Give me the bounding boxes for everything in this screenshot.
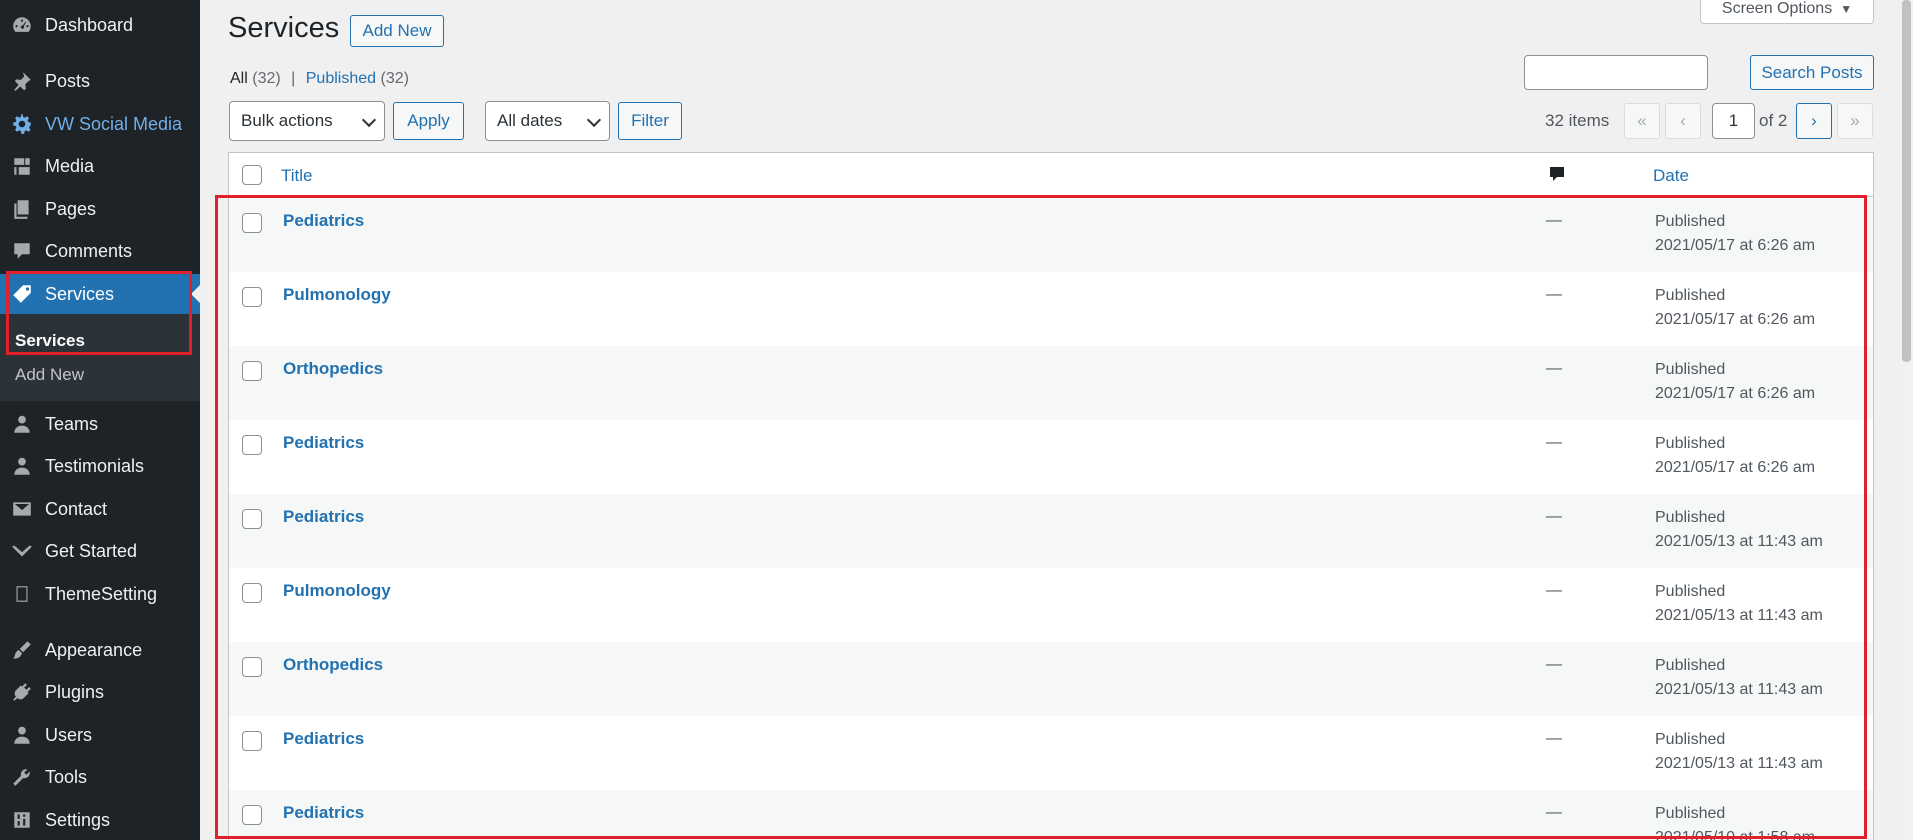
screen-options-label: Screen Options	[1721, 0, 1833, 17]
items-count: 32 items	[1545, 111, 1610, 130]
brush-icon	[10, 638, 34, 662]
sidebar-item-label: Pages	[45, 198, 97, 219]
screen-options-button[interactable]: Screen Options ▼	[1700, 0, 1874, 24]
sidebar-item-label: Appearance	[45, 639, 143, 660]
sidebar-item-dashboard[interactable]: Dashboard	[0, 5, 200, 45]
filter-separator: |	[291, 70, 296, 87]
sidebar-item-plugins[interactable]: Plugins	[0, 672, 200, 712]
add-new-button[interactable]: Add New	[350, 15, 444, 47]
bulk-actions-select[interactable]: Bulk actions	[229, 101, 385, 141]
sidebar-item-media[interactable]: Media	[0, 146, 200, 186]
sidebar-item-label: Comments	[45, 240, 133, 261]
table-highlight-box	[215, 195, 1867, 839]
sidebar-item-comments[interactable]: Comments	[0, 231, 200, 271]
next-page-button[interactable]: ›	[1796, 103, 1832, 139]
last-page-button: »	[1837, 103, 1873, 139]
wrench-icon	[10, 765, 34, 789]
bulk-actions-value: Bulk actions	[241, 111, 333, 130]
gear-icon	[10, 112, 34, 136]
total-pages-label: of 2	[1759, 111, 1788, 130]
sidebar-item-get-started[interactable]: Get Started	[0, 531, 200, 571]
first-page-button: «	[1624, 103, 1660, 139]
table-header: Title Date	[229, 153, 1873, 197]
search-posts-button[interactable]: Search Posts	[1750, 55, 1874, 90]
sidebar-item-settings[interactable]: Settings	[0, 800, 200, 840]
page-scrollbar[interactable]	[1900, 0, 1913, 840]
chevron-down-icon	[361, 112, 377, 128]
filter-button[interactable]: Filter	[618, 102, 682, 140]
sidebar-item-users[interactable]: Users	[0, 715, 200, 755]
pages-icon	[10, 197, 34, 221]
dashboard-icon	[10, 13, 34, 37]
chevron-logo-icon	[10, 539, 34, 563]
current-page-input[interactable]: 1	[1712, 103, 1755, 139]
date-filter-select[interactable]: All dates	[485, 101, 610, 141]
filter-all-count: (32)	[252, 70, 281, 87]
sidebar-item-label: Users	[45, 724, 93, 745]
sidebar-item-label: Get Started	[45, 540, 138, 561]
search-input[interactable]	[1524, 55, 1708, 90]
pin-icon	[10, 69, 34, 93]
user-icon	[10, 454, 34, 478]
filter-published-link[interactable]: Published	[306, 70, 376, 87]
filter-published-count: (32)	[380, 70, 409, 87]
comment-bubble-icon	[1547, 164, 1567, 184]
sidebar-item-themesetting[interactable]: ThemeSetting	[0, 574, 200, 614]
sidebar-item-posts[interactable]: Posts	[0, 61, 200, 101]
sidebar-item-testimonials[interactable]: Testimonials	[0, 446, 200, 486]
sidebar-item-label: Plugins	[45, 681, 105, 702]
sidebar-item-tools[interactable]: Tools	[0, 757, 200, 797]
sidebar-item-label: Posts	[45, 70, 91, 91]
sidebar-item-teams[interactable]: Teams	[0, 404, 200, 444]
plug-icon	[10, 680, 34, 704]
sidebar-item-label: Teams	[45, 413, 99, 434]
apply-button[interactable]: Apply	[393, 102, 464, 140]
scrollbar-thumb[interactable]	[1902, 0, 1911, 362]
sidebar-item-appearance[interactable]: Appearance	[0, 630, 200, 670]
mail-icon	[10, 497, 34, 521]
sidebar-item-contact[interactable]: Contact	[0, 489, 200, 529]
comment-icon	[10, 239, 34, 263]
media-icon	[10, 154, 34, 178]
sidebar-item-label: Tools	[45, 766, 88, 787]
sidebar-item-label: VW Social Media	[45, 113, 183, 134]
sidebar-item-label: Contact	[45, 498, 108, 519]
square-icon	[10, 582, 34, 606]
sidebar-item-vw-social-media[interactable]: VW Social Media	[0, 104, 200, 144]
page-title: Services	[228, 12, 340, 44]
active-indicator-arrow	[191, 285, 200, 303]
chevron-down-icon	[586, 112, 602, 128]
sidebar-item-pages[interactable]: Pages	[0, 189, 200, 229]
submenu-item-add-new[interactable]: Add New	[15, 365, 84, 385]
sidebar-item-label: Testimonials	[45, 455, 145, 476]
triangle-down-icon: ▼	[1840, 1, 1853, 16]
column-date[interactable]: Date	[1653, 166, 1689, 186]
prev-page-button: ‹	[1665, 103, 1701, 139]
select-all-checkbox[interactable]	[242, 165, 262, 185]
sidebar-highlight-box	[6, 271, 192, 355]
column-title[interactable]: Title	[281, 166, 313, 186]
status-filter-links: All (32) | Published (32)	[230, 70, 409, 88]
sidebar-item-label: Settings	[45, 809, 111, 830]
user-icon	[10, 412, 34, 436]
sidebar-item-label: Dashboard	[45, 14, 134, 35]
filter-all-link[interactable]: All	[230, 70, 248, 87]
sliders-icon	[10, 808, 34, 832]
sidebar-item-label: Media	[45, 155, 95, 176]
date-filter-value: All dates	[497, 111, 563, 130]
admin-sidebar: Dashboard Posts VW Social Media Media Pa…	[0, 0, 200, 840]
user-icon	[10, 723, 34, 747]
sidebar-item-label: ThemeSetting	[45, 583, 158, 604]
